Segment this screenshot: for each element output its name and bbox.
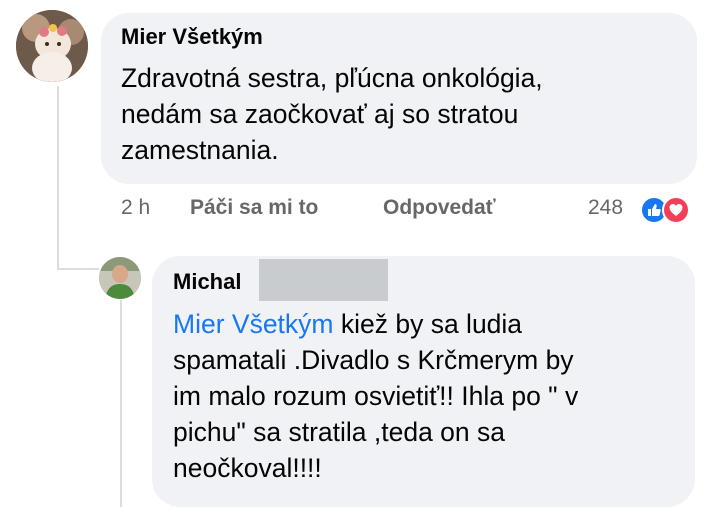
love-icon[interactable] xyxy=(662,196,690,224)
reaction-count[interactable]: 248 xyxy=(588,196,623,220)
avatar[interactable] xyxy=(16,10,88,82)
like-button[interactable]: Páči sa mi to xyxy=(190,196,318,220)
avatar-image xyxy=(99,257,141,299)
reply-thread-line xyxy=(120,300,122,507)
comment-text: Zdravotná sestra, pľúcna onkológia, nedá… xyxy=(121,63,543,165)
redacted-surname xyxy=(259,259,388,301)
reply-author[interactable]: Michal xyxy=(173,269,241,295)
comment-timestamp[interactable]: 2 h xyxy=(121,196,150,220)
thread-branch-line xyxy=(57,268,99,270)
reply-text: Mier Všetkým kiež by sa ludia spamatali … xyxy=(173,306,688,486)
reply-button[interactable]: Odpovedať xyxy=(383,196,496,220)
avatar[interactable] xyxy=(99,257,141,299)
mention-link[interactable]: Mier Všetkým xyxy=(173,309,334,339)
comment-author[interactable]: Mier Všetkým xyxy=(121,24,263,50)
thread-line xyxy=(57,86,59,270)
avatar-image xyxy=(16,10,88,82)
